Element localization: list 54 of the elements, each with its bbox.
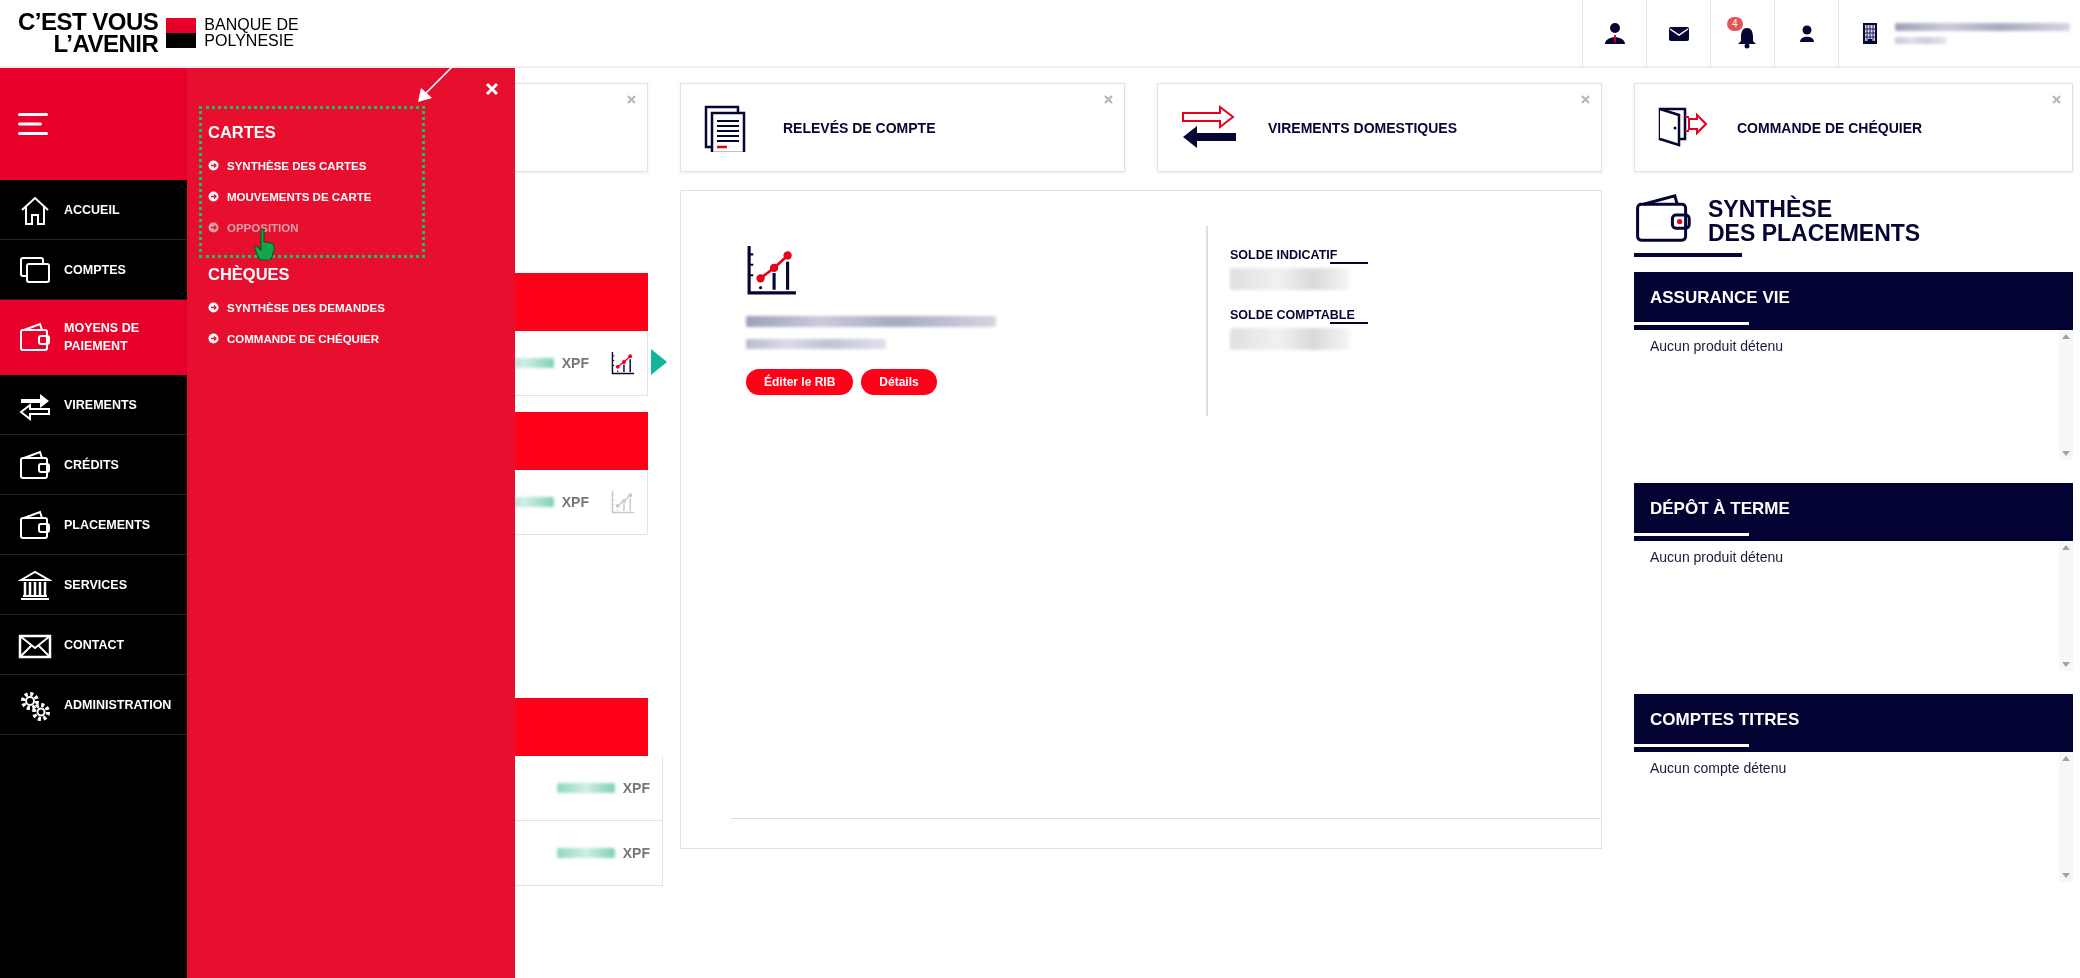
close-icon: [485, 82, 499, 96]
redacted-text: [556, 848, 615, 858]
section-heading: ASSURANCE VIE: [1650, 288, 1790, 308]
section-heading: DÉPÔT À TERME: [1650, 499, 1790, 519]
chart-icon: [746, 244, 798, 296]
close-icon: [1104, 95, 1113, 104]
arrow-circle-icon: [208, 160, 219, 171]
shortcut-tile[interactable]: COMMANDE DE CHÉQUIER: [1634, 83, 2073, 172]
section-heading: COMPTES TITRES: [1650, 710, 1800, 730]
submenu-heading: CHÈQUES: [208, 265, 291, 284]
shortcut-tile[interactable]: VIREMENTS DOMESTIQUES: [1157, 83, 1602, 172]
close-icon: [2052, 95, 2061, 104]
balance-label: SOLDE COMPTABLE: [1230, 308, 1356, 322]
slogan: C’EST VOUS L’AVENIR: [18, 11, 159, 55]
pointer-triangle-icon: [651, 349, 667, 375]
arrow-circle-icon: [208, 333, 219, 344]
close-icon: [1581, 95, 1590, 104]
currency-label: XPF: [561, 494, 589, 510]
close-icon: [627, 95, 636, 104]
arrow-circle-icon: [208, 191, 219, 202]
arrow-circle-icon: [208, 222, 219, 233]
wallet-icon: [18, 321, 52, 353]
submenu-item[interactable]: SYNTHÈSE DES DEMANDES: [208, 292, 422, 323]
redacted-text: [556, 783, 615, 793]
currency-label: XPF: [561, 355, 589, 371]
submenu-item[interactable]: COMMANDE DE CHÉQUIER: [208, 323, 422, 354]
shortcut-tile[interactable]: RELEVÉS DE COMPTE: [680, 83, 1125, 172]
empty-message: Aucun produit détenu: [1650, 337, 1784, 356]
submenu-heading: CARTES: [208, 123, 277, 142]
currency-label: XPF: [622, 845, 650, 861]
logo-mark-icon: [166, 18, 197, 48]
section-title: SYNTHÈSE DES PLACEMENTS: [1708, 197, 1921, 245]
brand-name: BANQUE DE POLYNESIE: [204, 17, 299, 49]
empty-message: Aucun produit détenu: [1650, 548, 1784, 567]
sidebar-item[interactable]: MOYENS DE PAIEMENT: [0, 300, 187, 375]
bank-icon: [18, 568, 52, 601]
arrow-circle-icon: [208, 302, 219, 313]
menu-icon: [18, 113, 48, 135]
bell-icon: [1736, 26, 1758, 49]
redacted-text: [1895, 36, 1947, 44]
wallet-icon: [18, 448, 52, 481]
currency-label: XPF: [622, 780, 650, 796]
submenu-item[interactable]: SYNTHÈSE DES CARTES: [208, 150, 422, 181]
advisor-icon: [1603, 21, 1626, 45]
submenu-item[interactable]: MOUVEMENTS DE CARTE: [208, 181, 422, 212]
wallet-icon: [18, 508, 52, 541]
advisor-button[interactable]: [1603, 21, 1626, 45]
notification-badge: 4: [1727, 17, 1743, 31]
sidebar-item[interactable]: SERVICES: [0, 555, 187, 615]
empty-message: Aucun compte détenu: [1650, 759, 1787, 778]
action-button[interactable]: Détails: [861, 369, 937, 395]
balance-label: SOLDE INDICATIF: [1230, 248, 1339, 262]
bell-button[interactable]: 4: [1727, 17, 1758, 49]
action-button[interactable]: Éditer le RIB: [746, 369, 854, 395]
